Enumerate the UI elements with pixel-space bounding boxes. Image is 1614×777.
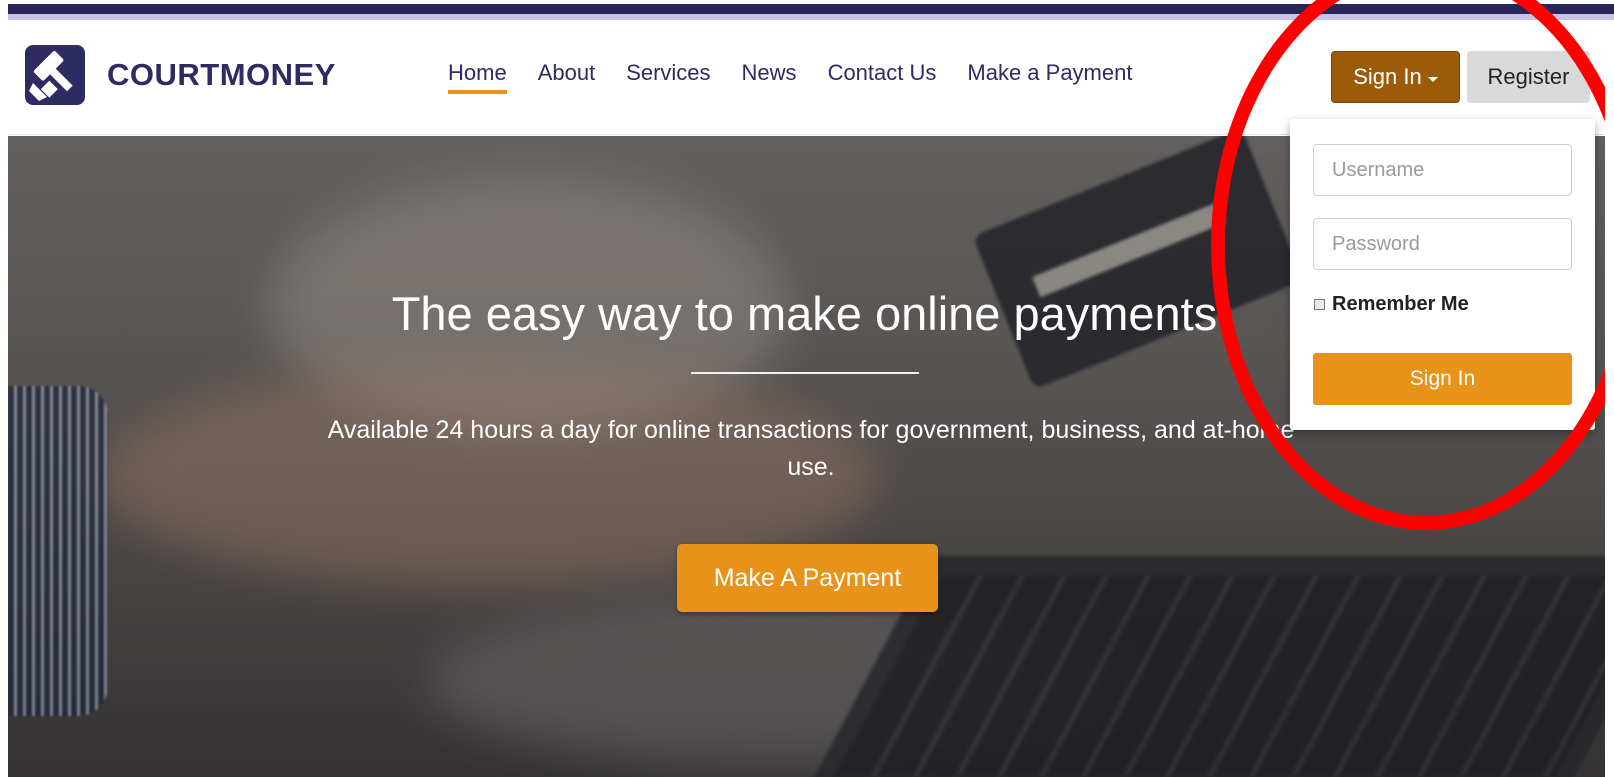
top-accent-bar <box>0 0 1614 20</box>
password-input[interactable] <box>1313 218 1572 270</box>
nav-item-contact-us[interactable]: Contact Us <box>828 60 937 92</box>
main-nav: Home About Services News Contact Us Make… <box>448 60 1163 94</box>
remember-me-label[interactable]: Remember Me <box>1332 293 1469 316</box>
make-a-payment-button[interactable]: Make A Payment <box>677 544 938 612</box>
hero-subtitle: Available 24 hours a day for online tran… <box>327 416 1295 481</box>
nav-item-about[interactable]: About <box>538 60 596 92</box>
nav-item-home[interactable]: Home <box>448 60 507 94</box>
username-input[interactable] <box>1313 144 1572 196</box>
sign-in-button-label: Sign In <box>1353 64 1422 89</box>
brand-name: COURTMONEY <box>107 57 336 92</box>
sign-in-dropdown-button[interactable]: Sign In <box>1331 51 1460 103</box>
gavel-icon <box>25 45 85 105</box>
site-header: COURTMONEY Home About Services News Cont… <box>8 20 1614 135</box>
nav-item-news[interactable]: News <box>742 60 797 92</box>
remember-me-row[interactable]: Remember Me <box>1314 293 1469 316</box>
hero-divider <box>691 372 919 374</box>
top-accent-bar-dark <box>8 4 1614 14</box>
sign-in-submit-button[interactable]: Sign In <box>1313 353 1572 405</box>
caret-down-icon <box>1427 76 1438 82</box>
sign-in-dropdown-panel: Remember Me Sign In <box>1290 119 1595 430</box>
register-button[interactable]: Register <box>1467 51 1590 103</box>
logo[interactable]: COURTMONEY <box>25 45 336 105</box>
nav-item-make-a-payment[interactable]: Make a Payment <box>967 60 1132 92</box>
nav-item-services[interactable]: Services <box>626 60 710 92</box>
window-edge <box>1605 20 1614 777</box>
remember-me-checkbox[interactable] <box>1314 299 1325 310</box>
